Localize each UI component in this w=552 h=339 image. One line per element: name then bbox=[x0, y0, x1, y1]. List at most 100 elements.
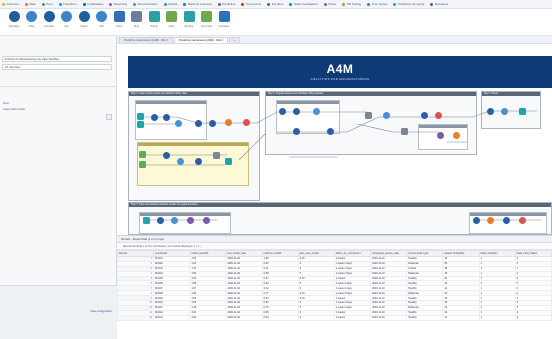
category-label: Interface bbox=[271, 2, 284, 6]
category-machine-learning[interactable]: Machine Learning bbox=[183, 2, 212, 6]
section-field[interactable]: 1.0 Overview bbox=[2, 64, 112, 70]
category-label: Connectors bbox=[245, 2, 262, 6]
union-tool-icon[interactable] bbox=[473, 217, 480, 224]
comment-icon bbox=[201, 11, 212, 22]
save-configuration-link[interactable]: Save configuration bbox=[91, 310, 113, 313]
category-time-series[interactable]: Time Series bbox=[367, 2, 387, 6]
table-cell: 0.90 bbox=[261, 314, 299, 321]
category-label: Reporting bbox=[113, 2, 127, 6]
formula-tool-icon[interactable] bbox=[487, 108, 494, 115]
transpose-tool-icon[interactable] bbox=[365, 112, 372, 119]
category-parse[interactable]: Parse bbox=[323, 2, 337, 6]
pane-footer: Save configuration bbox=[0, 285, 117, 339]
category-connectors[interactable]: Connectors bbox=[241, 2, 261, 6]
join-tool-icon[interactable] bbox=[421, 112, 428, 119]
sort-tool-icon[interactable] bbox=[209, 120, 216, 127]
table-cell: 13 bbox=[117, 314, 155, 321]
category-in-database[interactable]: In-Database bbox=[82, 2, 103, 6]
sort-tool-icon[interactable] bbox=[327, 128, 334, 135]
table-cell: 2020-11-02 bbox=[225, 314, 263, 321]
category-interface[interactable]: Interface bbox=[267, 2, 283, 6]
category-dot-icon bbox=[342, 2, 346, 6]
category-prep[interactable]: Prep bbox=[41, 2, 53, 6]
formula-tool-icon[interactable] bbox=[279, 108, 286, 115]
category-favorites[interactable]: Favorites bbox=[2, 2, 19, 6]
category-documentation[interactable]: Documentation bbox=[132, 2, 158, 6]
text-input-icon[interactable] bbox=[139, 151, 146, 158]
category-dot-icon bbox=[323, 2, 327, 6]
category-dot-icon bbox=[367, 2, 371, 6]
browse-tool-icon[interactable] bbox=[435, 112, 442, 119]
category-transform[interactable]: Transform bbox=[58, 2, 77, 6]
category-label: Developer bbox=[434, 2, 449, 6]
input-icon bbox=[166, 11, 177, 22]
join-tool-icon[interactable] bbox=[501, 108, 508, 115]
select-tool-icon[interactable] bbox=[213, 152, 220, 159]
filter-tool-icon[interactable] bbox=[293, 128, 300, 135]
input-data-icon[interactable] bbox=[143, 217, 150, 224]
filter-tool-icon[interactable] bbox=[195, 120, 202, 127]
select-icon bbox=[78, 11, 90, 22]
table-cell: 1 bbox=[478, 314, 516, 321]
summarize-icon bbox=[131, 11, 142, 22]
output-data-icon[interactable] bbox=[225, 158, 232, 165]
category-predictive-grouping[interactable]: Predictive Grouping bbox=[393, 2, 424, 6]
category-label: Spatial bbox=[168, 2, 178, 6]
output-data-icon[interactable] bbox=[519, 108, 526, 115]
category-developer[interactable]: Developer bbox=[430, 2, 449, 6]
category-ab-testing[interactable]: AB Testing bbox=[342, 2, 361, 6]
create-samples-icon[interactable] bbox=[171, 217, 178, 224]
results-grid[interactable]: Record machineID model_factorID tool_model_… bbox=[117, 250, 552, 339]
table-cell: Healthy bbox=[406, 314, 444, 321]
document-tab[interactable]: Predictive maintenance (A4M) - Part 1 bbox=[119, 37, 173, 43]
table-row[interactable]: 13 M1013 1.60 2020-11-02 0.90 0 2 weeks 2020-11… bbox=[117, 314, 552, 321]
model-tool-icon[interactable] bbox=[187, 217, 194, 224]
select-tool-icon[interactable] bbox=[151, 114, 158, 121]
text-input-icon[interactable] bbox=[139, 161, 146, 168]
category-data[interactable]: Data bbox=[24, 2, 36, 6]
select-tool-icon[interactable] bbox=[401, 128, 408, 135]
formula-tool-icon[interactable] bbox=[163, 114, 170, 121]
browse-tool-icon[interactable] bbox=[519, 217, 526, 224]
category-dot-icon bbox=[217, 2, 221, 6]
results-toolbar[interactable]: Record Showing 1 to 13 | Cell Viewer | 1… bbox=[117, 243, 552, 250]
input-data-icon[interactable] bbox=[137, 121, 144, 128]
output-label: Output data results bbox=[3, 108, 25, 111]
table-cell: 0 bbox=[514, 314, 552, 321]
document-tab[interactable]: Predictive maintenance (A4M) - Part 2 bbox=[173, 37, 228, 43]
browse-icon bbox=[183, 11, 195, 22]
browse-tool-icon[interactable] bbox=[243, 119, 250, 126]
sample-tool-icon[interactable] bbox=[313, 108, 320, 115]
score-tool-icon[interactable] bbox=[487, 217, 494, 224]
summarize-tool-icon[interactable] bbox=[225, 119, 232, 126]
pane-option-button[interactable] bbox=[106, 114, 112, 120]
model-tool-icon[interactable] bbox=[203, 217, 210, 224]
category-data-investigation[interactable]: Data Investigation bbox=[289, 2, 318, 6]
sort-tool-icon[interactable] bbox=[503, 217, 510, 224]
predictive-tool-icon[interactable] bbox=[437, 132, 444, 139]
category-label: Parse bbox=[328, 2, 337, 6]
workflow-name-field[interactable]: Analytics for Manufacturing Use Case Wor… bbox=[2, 56, 112, 62]
container-icon bbox=[218, 11, 230, 22]
new-tab-button[interactable]: + bbox=[228, 37, 241, 43]
multi-row-formula-icon[interactable] bbox=[293, 108, 300, 115]
category-predictive[interactable]: Predictive bbox=[217, 2, 235, 6]
tool-container[interactable]: Container bbox=[214, 11, 234, 28]
formula-icon bbox=[43, 11, 55, 22]
input-data-icon[interactable] bbox=[137, 113, 144, 120]
table-cell: M1013 bbox=[153, 314, 191, 321]
category-reporting[interactable]: Reporting bbox=[109, 2, 127, 6]
category-label: Time Series bbox=[371, 2, 388, 6]
formula-tool-icon[interactable] bbox=[157, 217, 164, 224]
join-tool-icon[interactable] bbox=[175, 120, 182, 127]
workflow-canvas[interactable]: A4M ANALYTICS FOR MANUFACTURING Step 1: … bbox=[117, 44, 552, 235]
join-tool-icon[interactable] bbox=[177, 158, 184, 165]
summarize-tool-icon[interactable] bbox=[453, 132, 460, 139]
category-label: Documentation bbox=[137, 2, 158, 6]
formula-tool-icon[interactable] bbox=[163, 152, 170, 159]
cross-tab-icon[interactable] bbox=[383, 112, 390, 119]
tool-palette: Sampling Filter Formula Join Select Sort Union… bbox=[0, 9, 552, 36]
union-tool-icon[interactable] bbox=[195, 158, 202, 165]
category-dot-icon bbox=[241, 2, 245, 6]
category-spatial[interactable]: Spatial bbox=[163, 2, 178, 6]
